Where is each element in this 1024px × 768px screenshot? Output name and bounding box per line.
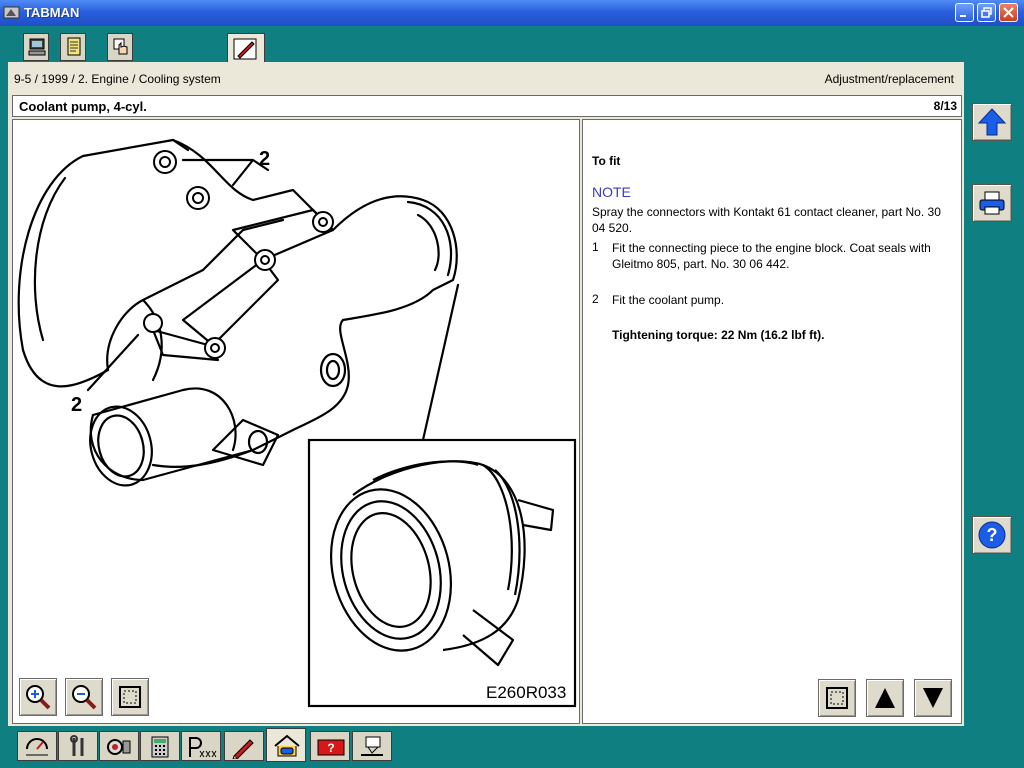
- to-fit-heading: To fit: [592, 154, 621, 168]
- tab-alarms[interactable]: ?: [310, 731, 350, 761]
- svg-text:?: ?: [987, 525, 998, 545]
- frame-button[interactable]: [818, 679, 856, 717]
- zoom-in-button[interactable]: [19, 678, 57, 716]
- tab-computer[interactable]: [23, 33, 49, 61]
- page-counter: 8/13: [933, 99, 957, 113]
- tab-pencil[interactable]: [227, 33, 265, 63]
- callout-2-left: 2: [71, 394, 83, 416]
- tab-part-numbers[interactable]: [181, 731, 221, 761]
- minimize-icon: [960, 15, 966, 17]
- calculator-icon: [151, 736, 169, 758]
- note-heading: NOTE: [592, 184, 631, 200]
- instruction-pane: To fit NOTE Spray the connectors with Ko…: [582, 119, 962, 724]
- svg-text:?: ?: [327, 741, 334, 755]
- callout-2-top: 2: [259, 148, 271, 170]
- alarm-icon: ?: [317, 739, 345, 756]
- close-icon: [1003, 7, 1014, 18]
- zoom-out-button[interactable]: [65, 678, 103, 716]
- document-icon: [67, 37, 81, 56]
- close-button[interactable]: [999, 3, 1018, 22]
- breadcrumb: 9-5 / 1999 / 2. Engine / Cooling system: [14, 72, 221, 86]
- step-text: Fit the coolant pump.: [612, 293, 725, 307]
- scroll-up-button[interactable]: [866, 679, 904, 717]
- tab-notes[interactable]: [224, 731, 264, 761]
- triangle-up-icon: [875, 688, 895, 708]
- window-title: TABMAN: [24, 5, 80, 20]
- arrow-up-icon: [977, 108, 1007, 136]
- hand-note-icon: [361, 736, 383, 756]
- print-button[interactable]: [972, 184, 1012, 222]
- pencil-icon: [233, 38, 257, 60]
- section-type: Adjustment/replacement: [824, 72, 954, 86]
- frame-icon: [826, 687, 848, 709]
- coolant-pump-illustration: [17, 138, 577, 708]
- main-panel: 9-5 / 1999 / 2. Engine / Cooling system …: [8, 62, 964, 726]
- tab-service-info[interactable]: [266, 728, 306, 762]
- tab-diagnostics[interactable]: [99, 731, 139, 761]
- tab-feedback[interactable]: [352, 731, 392, 761]
- scroll-down-button[interactable]: [914, 679, 952, 717]
- tightening-torque: Tightening torque: 22 Nm (16.2 lbf ft).: [612, 328, 825, 342]
- fit-view-button[interactable]: [111, 678, 149, 716]
- tab-calculator[interactable]: [140, 731, 180, 761]
- computer-icon: [28, 38, 46, 56]
- tab-document[interactable]: [60, 33, 86, 61]
- heading-bar: Coolant pump, 4-cyl. 8/13: [12, 95, 962, 117]
- restore-icon: [981, 7, 992, 18]
- tab-repair[interactable]: [58, 731, 98, 761]
- car-home-icon: [274, 734, 300, 757]
- title-bar: TABMAN: [0, 0, 1024, 26]
- hand-pointer-icon: [113, 38, 128, 55]
- fit-view-icon: [119, 686, 141, 708]
- zoom-out-icon: [72, 685, 97, 710]
- help-icon: ?: [978, 521, 1006, 549]
- wrench-icon: [70, 735, 84, 756]
- go-up-button[interactable]: [972, 103, 1012, 141]
- step-number: 2: [592, 292, 599, 306]
- tab-hand-pointer[interactable]: [107, 33, 133, 61]
- camera-icon: [107, 739, 131, 755]
- tab-measurements[interactable]: [17, 731, 57, 761]
- zoom-in-icon: [26, 685, 51, 710]
- minimize-button[interactable]: [955, 3, 974, 22]
- part-number-icon: [189, 737, 217, 758]
- step-text: Fit the connecting piece to the engine b…: [612, 241, 931, 271]
- triangle-down-icon: [923, 688, 943, 708]
- figure-code: E260R033: [486, 683, 567, 702]
- gauge-icon: [26, 738, 48, 756]
- pencil-icon: [232, 739, 254, 759]
- help-button[interactable]: ?: [972, 516, 1012, 554]
- page-title: Coolant pump, 4-cyl.: [19, 99, 147, 114]
- note-text: Spray the connectors with Kontakt 61 con…: [592, 205, 941, 235]
- step-number: 1: [592, 240, 599, 254]
- figure-pane: 2 2 E260R033: [12, 119, 580, 724]
- printer-icon: [979, 191, 1005, 215]
- app-icon: [3, 6, 20, 19]
- restore-button[interactable]: [977, 3, 996, 22]
